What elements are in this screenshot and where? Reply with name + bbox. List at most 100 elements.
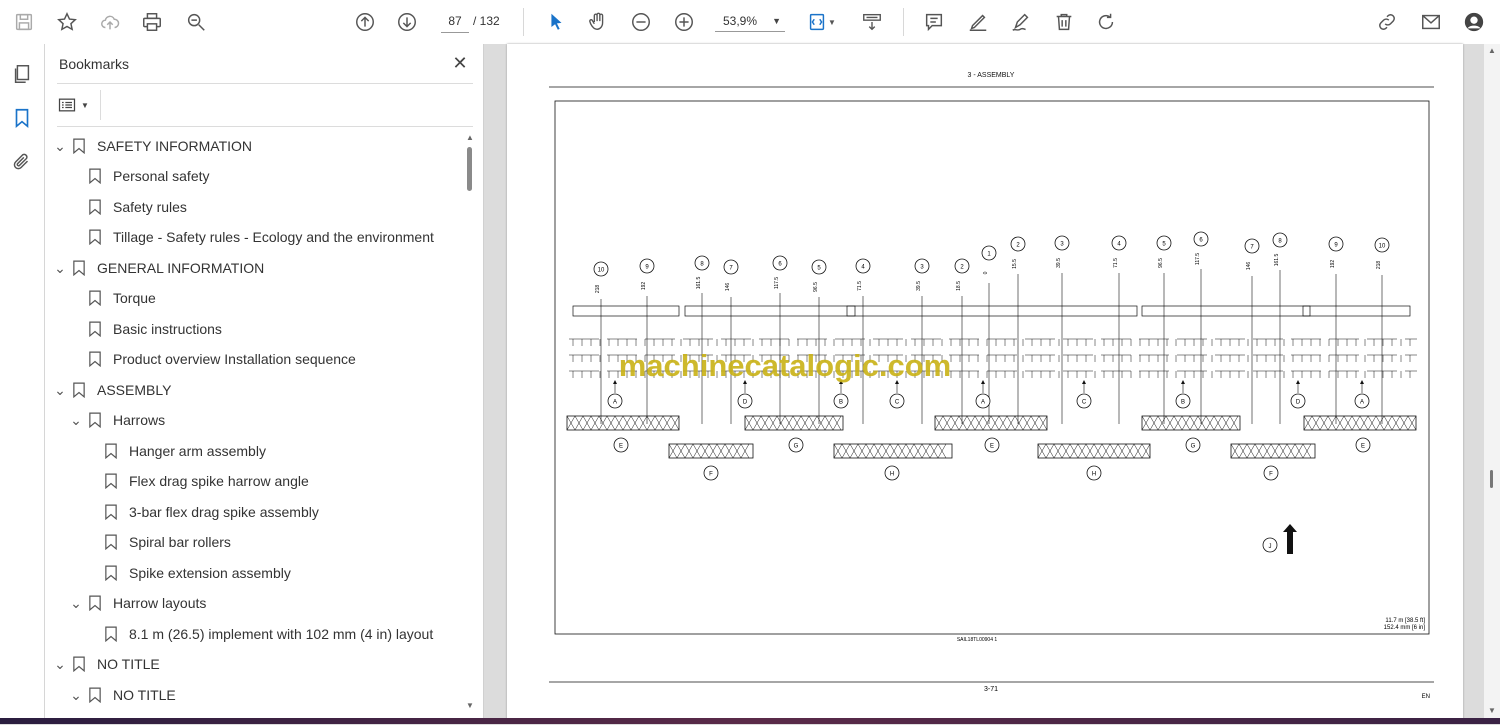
comment-icon[interactable] bbox=[920, 8, 948, 36]
frame-bar bbox=[684, 305, 856, 317]
frame-bar bbox=[846, 305, 1138, 317]
bookmark-item[interactable]: Spiral bar rollers bbox=[105, 530, 231, 554]
close-icon[interactable]: ✕ bbox=[449, 52, 471, 74]
bookmark-label: Spiral bar rollers bbox=[129, 534, 231, 550]
bookmark-item[interactable]: ⌄ NO TITLE bbox=[69, 683, 176, 707]
bookmark-item[interactable]: ⌄ Harrows bbox=[69, 408, 165, 432]
bookmark-label: Basic instructions bbox=[113, 321, 222, 337]
bookmark-item[interactable]: Spike extension assembly bbox=[105, 561, 291, 585]
bookmark-icon bbox=[89, 225, 103, 249]
letter-label: E bbox=[990, 444, 994, 450]
chevron-down-icon[interactable]: ⌄ bbox=[69, 408, 83, 432]
letter-label: F bbox=[709, 472, 713, 478]
leader-arrow bbox=[981, 380, 985, 384]
scroll-mode-icon[interactable] bbox=[858, 8, 886, 36]
select-cursor-icon[interactable] bbox=[542, 8, 570, 36]
bookmark-item[interactable]: Basic instructions bbox=[89, 317, 222, 341]
scroll-up-icon[interactable]: ▲ bbox=[1488, 46, 1496, 55]
zoom-level-select[interactable]: 53,9% ▼ bbox=[715, 10, 785, 32]
callout-value: 18.5 bbox=[956, 281, 962, 291]
bookmark-label: Tillage - Safety rules - Ecology and the… bbox=[113, 229, 434, 245]
delete-icon[interactable] bbox=[1050, 8, 1078, 36]
hand-tool-icon[interactable] bbox=[584, 8, 612, 36]
zoom-in-icon[interactable] bbox=[670, 8, 698, 36]
chevron-down-icon[interactable]: ⌄ bbox=[53, 134, 67, 158]
letter-label: G bbox=[794, 444, 799, 450]
list-options-icon bbox=[58, 98, 76, 112]
scroll-down-icon[interactable]: ▼ bbox=[1488, 706, 1496, 715]
scroll-thumb[interactable] bbox=[467, 147, 472, 191]
leader-arrow bbox=[1181, 380, 1185, 384]
bookmark-item[interactable]: 3-bar flex drag spike assembly bbox=[105, 500, 319, 524]
chevron-down-icon[interactable]: ⌄ bbox=[53, 652, 67, 676]
chevron-down-icon[interactable]: ⌄ bbox=[69, 591, 83, 615]
next-page-icon[interactable] bbox=[393, 8, 421, 36]
zoom-out-icon[interactable] bbox=[627, 8, 655, 36]
bookmark-item[interactable]: Product overview Installation sequence bbox=[89, 347, 356, 371]
chevron-down-icon[interactable]: ⌄ bbox=[53, 378, 67, 402]
language-code: EN bbox=[1422, 694, 1430, 700]
main-toolbar: 87 / 132 53,9% ▼ ▼ bbox=[0, 0, 1500, 45]
page-fit-dropdown-icon[interactable]: ▼ bbox=[825, 8, 839, 36]
save-icon[interactable] bbox=[10, 8, 38, 36]
scroll-down-icon[interactable]: ▼ bbox=[466, 701, 474, 710]
share-link-icon[interactable] bbox=[1373, 8, 1401, 36]
bookmark-item[interactable]: Flex drag spike harrow angle bbox=[105, 469, 309, 493]
bookmark-icon bbox=[73, 134, 87, 158]
bookmark-item[interactable]: ⌄ NO TITLE bbox=[53, 652, 160, 676]
callout-value: 218 bbox=[1376, 261, 1382, 270]
bookmark-icon bbox=[105, 469, 119, 493]
bookmark-item[interactable]: Tillage - Safety rules - Ecology and the… bbox=[89, 225, 434, 249]
letter-label: H bbox=[1092, 472, 1096, 478]
zoom-search-icon[interactable] bbox=[182, 8, 210, 36]
bookmark-label: NO TITLE bbox=[97, 656, 160, 672]
bookmarks-scrollbar[interactable]: ▲ ▼ bbox=[464, 133, 476, 713]
callout-value: 161.5 bbox=[696, 277, 702, 290]
dimension-line-1: 11.7 m [38.5 ft] bbox=[1385, 618, 1425, 624]
zoom-level-value: 53,9% bbox=[723, 14, 758, 28]
page-number-input[interactable]: 87 bbox=[441, 10, 469, 33]
callout-value: 146 bbox=[1246, 262, 1252, 271]
bookmark-item[interactable]: ⌄ GENERAL INFORMATION bbox=[53, 256, 264, 280]
highlight-pen-icon[interactable] bbox=[964, 8, 992, 36]
scroll-up-icon[interactable]: ▲ bbox=[466, 133, 474, 142]
previous-page-icon[interactable] bbox=[351, 8, 379, 36]
email-icon[interactable] bbox=[1417, 8, 1445, 36]
chevron-down-icon[interactable]: ⌄ bbox=[69, 683, 83, 707]
bookmark-icon bbox=[89, 164, 103, 188]
sign-icon[interactable] bbox=[1007, 8, 1035, 36]
panel-title: Bookmarks bbox=[59, 56, 130, 72]
roller-body bbox=[1037, 443, 1151, 459]
bookmark-label: Harrows bbox=[113, 412, 166, 428]
roller-body bbox=[668, 443, 754, 459]
bookmark-item[interactable]: ⌄ SAFETY INFORMATION bbox=[53, 134, 252, 158]
bookmark-item[interactable]: ⌄ Harrow layouts bbox=[69, 591, 206, 615]
page-thumbnails-icon[interactable] bbox=[8, 60, 36, 88]
bookmark-item[interactable]: 8.1 m (26.5) implement with 102 mm (4 in… bbox=[105, 622, 433, 646]
scroll-thumb[interactable] bbox=[1490, 470, 1493, 488]
letter-label: G bbox=[1191, 444, 1196, 450]
bookmark-item[interactable]: ⌄ ASSEMBLY bbox=[53, 378, 171, 402]
document-scrollbar[interactable]: ▲ ▼ bbox=[1484, 44, 1500, 720]
leader-arrow bbox=[1360, 380, 1364, 384]
attachments-icon[interactable] bbox=[8, 148, 36, 176]
bookmark-item[interactable]: Torque bbox=[89, 286, 156, 310]
cloud-upload-icon[interactable] bbox=[96, 8, 124, 36]
bookmark-icon bbox=[105, 622, 119, 646]
account-icon[interactable] bbox=[1460, 8, 1488, 36]
bookmarks-icon[interactable] bbox=[8, 104, 36, 132]
letter-label: D bbox=[1296, 400, 1301, 406]
bookmark-item[interactable]: Hanger arm assembly bbox=[105, 439, 266, 463]
callout-value: 39.5 bbox=[916, 281, 922, 291]
left-nav-rail bbox=[0, 44, 45, 724]
bookmark-item[interactable]: Personal safety bbox=[89, 164, 210, 188]
bookmark-label: Spike extension assembly bbox=[129, 565, 291, 581]
star-icon[interactable] bbox=[53, 8, 81, 36]
bookmark-options-button[interactable]: ▼ bbox=[57, 94, 97, 116]
bookmark-label: Safety rules bbox=[113, 199, 187, 215]
callout-value: 117.5 bbox=[774, 277, 780, 289]
rotate-icon[interactable] bbox=[1092, 8, 1120, 36]
chevron-down-icon[interactable]: ⌄ bbox=[53, 256, 67, 280]
print-icon[interactable] bbox=[138, 8, 166, 36]
bookmark-item[interactable]: Safety rules bbox=[89, 195, 187, 219]
